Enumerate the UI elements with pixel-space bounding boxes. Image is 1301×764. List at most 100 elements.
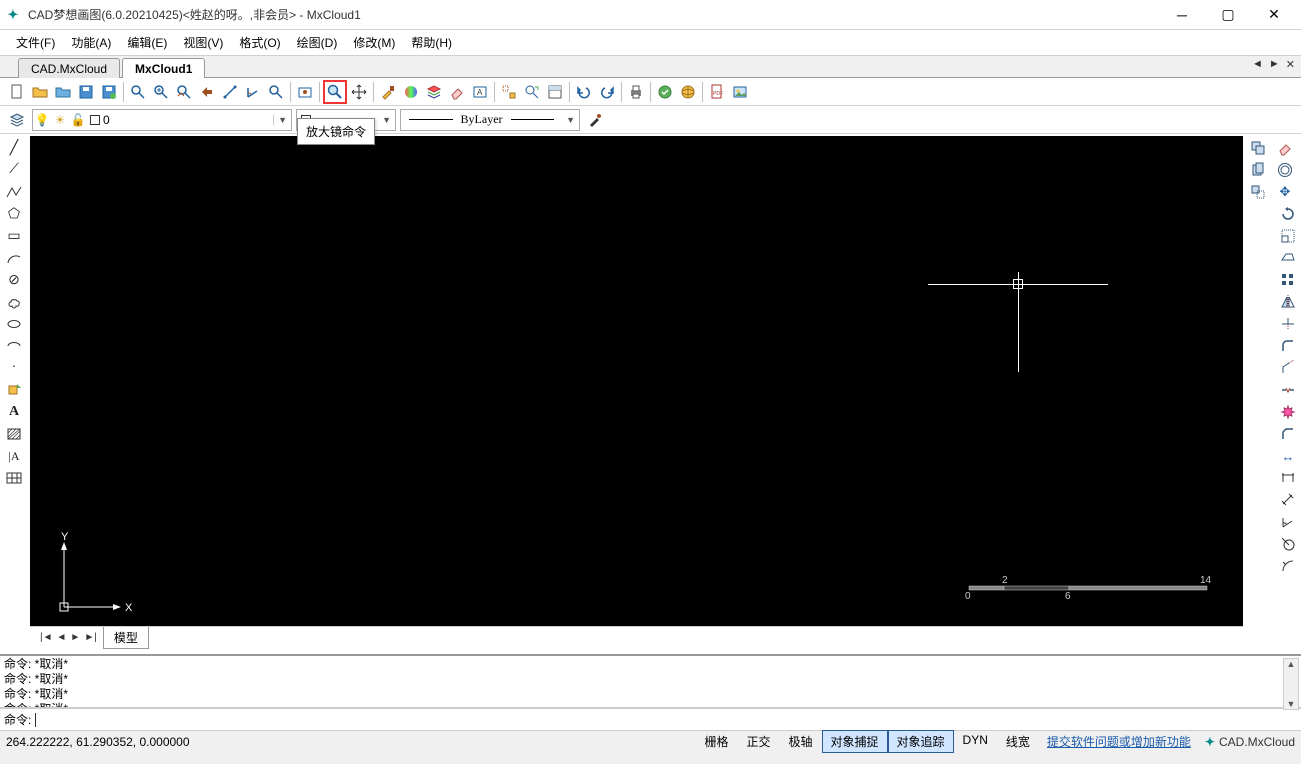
cloud-sync-icon[interactable] [654, 81, 676, 103]
zoom-previous-icon[interactable] [196, 81, 218, 103]
break-icon[interactable] [1277, 380, 1299, 400]
maximize-button[interactable]: ▢ [1205, 0, 1251, 30]
command-scrollbar[interactable]: ▲ ▼ [1283, 658, 1299, 710]
properties-icon[interactable] [544, 81, 566, 103]
regen-icon[interactable] [294, 81, 316, 103]
measure-distance-icon[interactable] [219, 81, 241, 103]
toggle-dyn[interactable]: DYN [954, 730, 997, 753]
layout-tab-model[interactable]: 模型 [103, 627, 149, 649]
layout-first-icon[interactable]: |◄ [38, 632, 55, 643]
rotate-icon[interactable] [1277, 204, 1299, 224]
doc-tab-1[interactable]: CAD.MxCloud [18, 58, 120, 78]
toggle-lweight[interactable]: 线宽 [997, 730, 1039, 753]
text-a-icon[interactable]: A [3, 402, 25, 422]
rectangle-tool-icon[interactable]: ▭ [3, 226, 25, 246]
hatch-tool-icon[interactable] [3, 424, 25, 444]
tabs-prev-icon[interactable]: ◄ [1250, 58, 1265, 71]
mtext-icon[interactable]: |A [3, 446, 25, 466]
tabs-next-icon[interactable]: ► [1267, 58, 1282, 71]
menu-format[interactable]: 格式(O) [231, 31, 288, 54]
dim-linear-icon[interactable] [1277, 468, 1299, 488]
minimize-button[interactable]: ─ [1159, 0, 1205, 30]
toggle-grid[interactable]: 栅格 [695, 730, 737, 753]
match-properties-icon[interactable] [377, 81, 399, 103]
extend-icon[interactable] [1277, 358, 1299, 378]
point-tool-icon[interactable]: · [3, 358, 25, 378]
menu-view[interactable]: 视图(V) [175, 31, 231, 54]
command-input[interactable] [35, 713, 1297, 727]
new-file-icon[interactable] [6, 81, 28, 103]
scroll-up-icon[interactable]: ▲ [1284, 659, 1298, 669]
circle-tool-icon[interactable]: ⊘ [3, 270, 25, 290]
linetype-combo[interactable]: ByLayer ▼ [400, 109, 580, 131]
menu-function[interactable]: 功能(A) [63, 31, 119, 54]
save-as-icon[interactable] [98, 81, 120, 103]
command-history[interactable]: 命令: *取消* 命令: *取消* 命令: *取消* 命令: *取消* [0, 656, 1301, 708]
menu-draw[interactable]: 绘图(D) [289, 31, 346, 54]
toggle-otrack[interactable]: 对象追踪 [888, 730, 954, 753]
stretch-icon[interactable] [1277, 248, 1299, 268]
undo-icon[interactable] [573, 81, 595, 103]
menu-edit[interactable]: 编辑(E) [119, 31, 175, 54]
export-image-icon[interactable] [729, 81, 751, 103]
ellipse-tool-icon[interactable] [3, 314, 25, 334]
array-icon[interactable] [1277, 270, 1299, 290]
quick-select-icon[interactable] [521, 81, 543, 103]
line-tool-icon[interactable]: ╱ [3, 138, 25, 158]
magnifier-icon[interactable] [323, 80, 347, 104]
export-pdf-icon[interactable]: PDF [706, 81, 728, 103]
doc-tab-2[interactable]: MxCloud1 [122, 58, 205, 78]
move-cross-icon[interactable]: ✥ [1274, 182, 1296, 202]
move-icon[interactable] [1247, 182, 1269, 202]
scale-icon[interactable] [1277, 226, 1299, 246]
feedback-link[interactable]: 提交软件问题或增加新功能 [1039, 733, 1199, 750]
menu-modify[interactable]: 修改(M) [345, 31, 403, 54]
chevron-down-icon[interactable]: ▼ [562, 115, 579, 125]
construction-line-icon[interactable]: ⟋ [3, 160, 25, 180]
ellipse-arc-icon[interactable] [3, 336, 25, 356]
chevron-down-icon[interactable]: ▼ [378, 115, 395, 125]
redo-icon[interactable] [596, 81, 618, 103]
linetype-brush-icon[interactable] [584, 109, 606, 131]
layout-next-icon[interactable]: ► [68, 632, 82, 643]
save-icon[interactable] [75, 81, 97, 103]
trim-icon[interactable] [1277, 314, 1299, 334]
layer-combo[interactable]: 💡 ☀ 🔓 0 ▼ [32, 109, 292, 131]
dim-angular-icon[interactable] [1277, 512, 1299, 532]
mirror-icon[interactable] [1277, 292, 1299, 312]
toggle-osnap[interactable]: 对象捕捉 [822, 730, 888, 753]
layout-last-icon[interactable]: ►| [82, 632, 99, 643]
scroll-down-icon[interactable]: ▼ [1284, 699, 1298, 709]
layer-panel-icon[interactable] [423, 81, 445, 103]
table-tool-icon[interactable] [3, 468, 25, 488]
copy-icon[interactable] [1247, 138, 1269, 158]
polygon-tool-icon[interactable]: ⬠ [3, 204, 25, 224]
zoom-window-icon[interactable] [127, 81, 149, 103]
menu-file[interactable]: 文件(F) [8, 31, 63, 54]
browser-icon[interactable] [677, 81, 699, 103]
chamfer-icon[interactable] [1277, 424, 1299, 444]
close-button[interactable]: ✕ [1251, 0, 1297, 30]
open-cloud-icon[interactable] [52, 81, 74, 103]
toggle-polar[interactable]: 极轴 [779, 730, 821, 753]
erase-icon[interactable] [1274, 138, 1296, 158]
eraser-icon[interactable] [446, 81, 468, 103]
color-palette-icon[interactable] [400, 81, 422, 103]
layout-prev-icon[interactable]: ◄ [55, 632, 69, 643]
fillet-icon[interactable] [1277, 336, 1299, 356]
layer-manager-icon[interactable] [6, 109, 28, 131]
dim-radius-icon[interactable] [1277, 534, 1299, 554]
select-similar-icon[interactable] [498, 81, 520, 103]
zoom-extents-icon[interactable] [173, 81, 195, 103]
chevron-down-icon[interactable]: ▼ [273, 115, 291, 125]
arc-tool-icon[interactable] [3, 248, 25, 268]
zoom-in-icon[interactable] [150, 81, 172, 103]
copyclip-icon[interactable] [1247, 160, 1269, 180]
zoom-realtime-icon[interactable] [265, 81, 287, 103]
toggle-ortho[interactable]: 正交 [737, 730, 779, 753]
offset-icon[interactable] [1274, 160, 1296, 180]
dim-arc-icon[interactable] [1277, 556, 1299, 576]
insert-block-icon[interactable] [3, 380, 25, 400]
drawing-canvas[interactable]: Y X 0 2 6 14 [30, 136, 1243, 626]
print-icon[interactable] [625, 81, 647, 103]
